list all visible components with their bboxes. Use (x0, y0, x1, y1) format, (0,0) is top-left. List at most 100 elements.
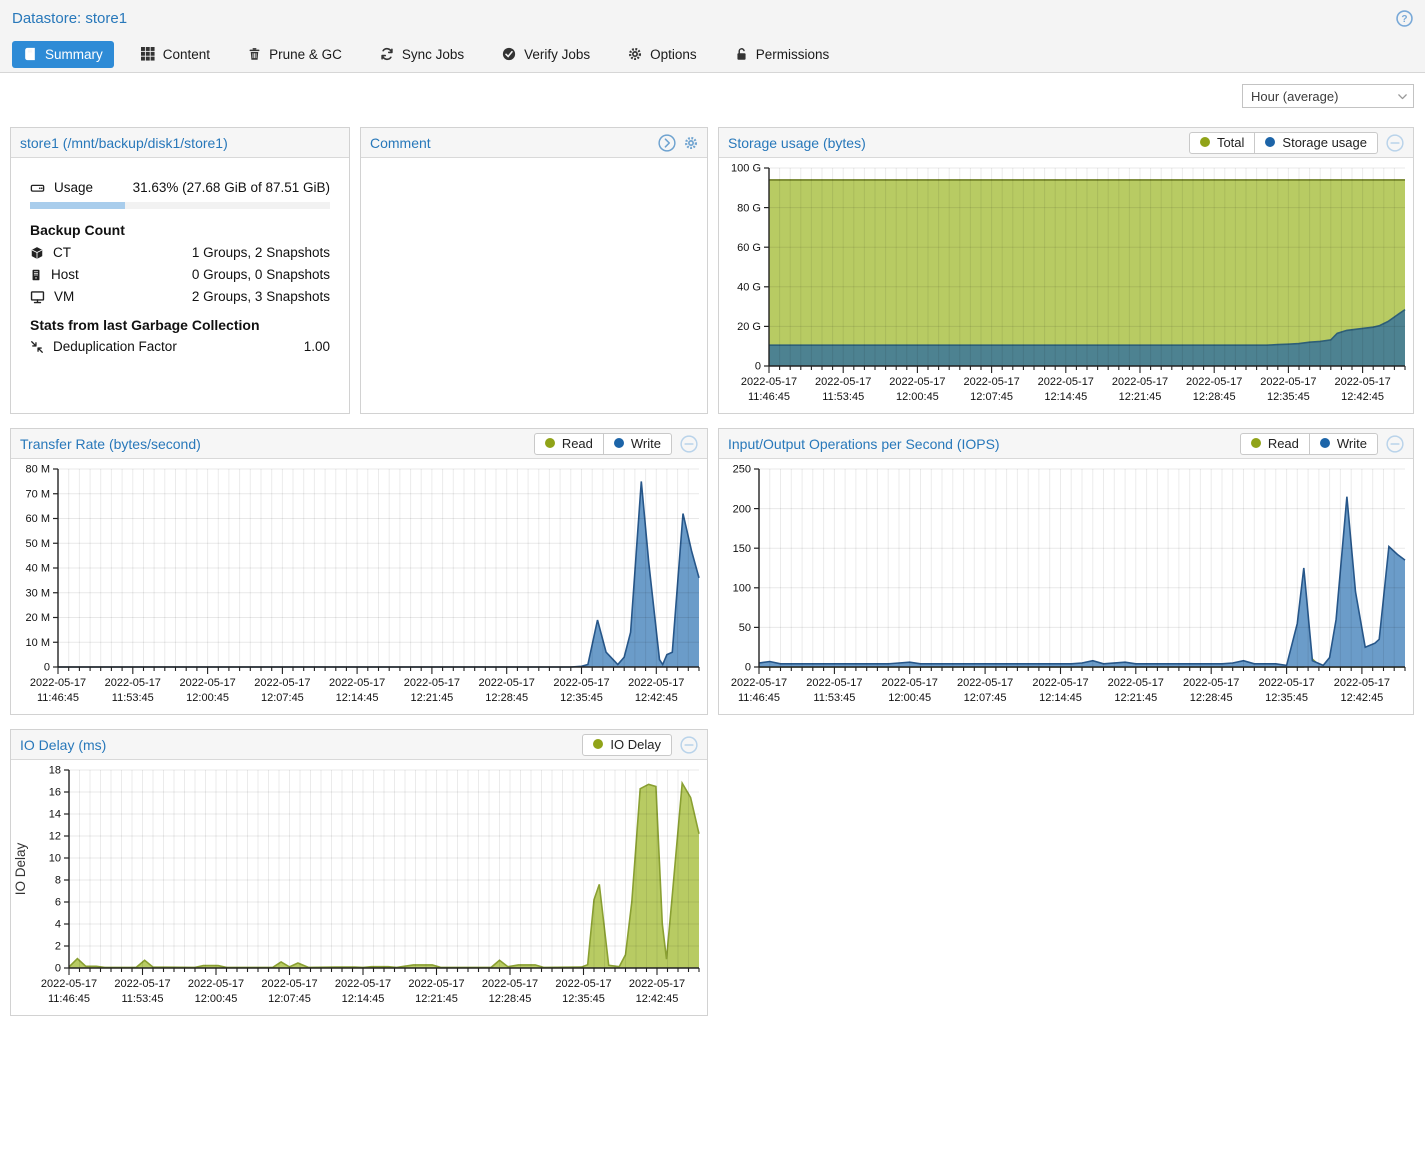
svg-text:IO Delay: IO Delay (13, 842, 28, 895)
svg-text:11:46:45: 11:46:45 (738, 692, 780, 704)
tab-prune-gc[interactable]: Prune & GC (237, 41, 353, 68)
svg-text:2022-05-17: 2022-05-17 (741, 376, 797, 388)
backup-count-row-host: Host 0 Groups, 0 Snapshots (30, 267, 330, 282)
storage-usage-title: Storage usage (bytes) (728, 135, 866, 151)
svg-text:12:21:45: 12:21:45 (1119, 391, 1162, 403)
legend-dot (1251, 438, 1261, 448)
storage_usage-chart-svg: 020 G40 G60 G80 G100 G2022-05-1711:46:45… (719, 158, 1413, 413)
svg-text:20 M: 20 M (26, 612, 50, 624)
dedup-factor-row: Deduplication Factor 1.00 (30, 339, 330, 354)
backup-count-row-vm: VM2 Groups, 3 Snapshots (30, 289, 330, 304)
minus-circle-icon[interactable] (1386, 134, 1404, 152)
row-label: Host (51, 267, 79, 282)
row-value: 0 Groups, 0 Snapshots (192, 267, 330, 282)
legend-dot (614, 438, 624, 448)
tab-label: Permissions (756, 47, 830, 62)
svg-text:12:35:45: 12:35:45 (1265, 692, 1308, 704)
tab-permissions[interactable]: Permissions (724, 41, 841, 68)
transfer-rate-chart: 010 M20 M30 M40 M50 M60 M70 M80 M2022-05… (11, 459, 707, 714)
svg-text:2022-05-17: 2022-05-17 (1186, 376, 1242, 388)
legend-io-delay[interactable]: IO Delay (582, 734, 672, 756)
legend-dot (545, 438, 555, 448)
comment-panel-title: Comment (370, 135, 431, 151)
server-icon (30, 268, 42, 282)
svg-text:12:28:45: 12:28:45 (1193, 391, 1236, 403)
hdd-icon (30, 181, 45, 195)
svg-text:2022-05-17: 2022-05-17 (1032, 677, 1088, 689)
tab-label: Sync Jobs (402, 47, 464, 62)
backup-count-heading: Backup Count (30, 222, 330, 238)
minus-circle-icon[interactable] (680, 435, 698, 453)
legend-dot (1200, 137, 1210, 147)
iops-panel: Input/Output Operations per Second (IOPS… (718, 428, 1414, 715)
svg-text:2022-05-17: 2022-05-17 (41, 978, 97, 990)
page-title: Datastore: store1 (12, 10, 127, 27)
check-circle-icon (502, 47, 516, 61)
legend-read[interactable]: Read (534, 433, 604, 455)
svg-text:14: 14 (49, 809, 61, 821)
svg-text:2022-05-17: 2022-05-17 (482, 978, 538, 990)
io-delay-panel: IO Delay (ms) IO Delay 02468101214161820… (10, 729, 708, 1016)
usage-value: 31.63% (27.68 GiB of 87.51 GiB) (133, 180, 330, 195)
svg-text:2022-05-17: 2022-05-17 (963, 376, 1019, 388)
svg-text:2022-05-17: 2022-05-17 (1260, 376, 1316, 388)
svg-text:12:21:45: 12:21:45 (415, 993, 458, 1005)
svg-text:12:14:45: 12:14:45 (336, 692, 379, 704)
legend-label: Total (1217, 135, 1244, 150)
compress-icon (30, 340, 44, 354)
comment-body[interactable] (361, 158, 707, 413)
svg-text:40 G: 40 G (737, 282, 761, 294)
legend-storage-usage[interactable]: Storage usage (1254, 132, 1378, 154)
svg-text:4: 4 (55, 919, 61, 931)
svg-text:10: 10 (49, 853, 61, 865)
legend-total[interactable]: Total (1189, 132, 1255, 154)
tab-label: Prune & GC (269, 47, 342, 62)
svg-text:2022-05-17: 2022-05-17 (335, 978, 391, 990)
legend-dot (1265, 137, 1275, 147)
svg-text:2022-05-17: 2022-05-17 (628, 677, 684, 689)
svg-text:60 M: 60 M (26, 513, 50, 525)
chevron-right-circle-icon[interactable] (658, 134, 676, 152)
chevron-down-icon (1396, 90, 1409, 103)
tab-sync-jobs[interactable]: Sync Jobs (369, 41, 475, 68)
tab-label: Summary (45, 47, 103, 62)
svg-text:2022-05-17: 2022-05-17 (806, 677, 862, 689)
minus-circle-icon[interactable] (1386, 435, 1404, 453)
tab-verify-jobs[interactable]: Verify Jobs (491, 41, 601, 68)
svg-text:0: 0 (745, 662, 751, 674)
svg-text:200: 200 (733, 503, 751, 515)
svg-text:2022-05-17: 2022-05-17 (629, 978, 685, 990)
legend-read[interactable]: Read (1240, 433, 1310, 455)
legend-label: Write (1337, 436, 1367, 451)
svg-text:12:28:45: 12:28:45 (485, 692, 528, 704)
iops-title: Input/Output Operations per Second (IOPS… (728, 436, 1000, 452)
svg-text:2022-05-17: 2022-05-17 (889, 376, 945, 388)
legend-label: Storage usage (1282, 135, 1367, 150)
tab-label: Options (650, 47, 697, 62)
svg-text:2022-05-17: 2022-05-17 (254, 677, 310, 689)
svg-text:11:53:45: 11:53:45 (112, 692, 154, 704)
tab-summary[interactable]: Summary (12, 41, 114, 68)
svg-text:6: 6 (55, 897, 61, 909)
row-value: 1 Groups, 2 Snapshots (192, 245, 330, 260)
tab-options[interactable]: Options (617, 41, 708, 68)
help-icon[interactable]: ? (1396, 10, 1413, 27)
svg-text:2022-05-17: 2022-05-17 (114, 978, 170, 990)
grid-icon (141, 47, 155, 61)
legend-write[interactable]: Write (1309, 433, 1378, 455)
legend-label: Read (562, 436, 593, 451)
time-range-select[interactable]: Hour (average) (1242, 84, 1414, 108)
svg-text:12:42:45: 12:42:45 (635, 692, 678, 704)
gear-icon[interactable] (684, 136, 698, 150)
svg-text:2022-05-17: 2022-05-17 (553, 677, 609, 689)
minus-circle-icon[interactable] (680, 736, 698, 754)
svg-text:2022-05-17: 2022-05-17 (404, 677, 460, 689)
svg-text:2022-05-17: 2022-05-17 (1108, 677, 1164, 689)
cube-icon (30, 246, 44, 260)
tab-content[interactable]: Content (130, 41, 221, 68)
svg-text:18: 18 (49, 765, 61, 777)
legend-write[interactable]: Write (603, 433, 672, 455)
svg-text:12:42:45: 12:42:45 (636, 993, 679, 1005)
svg-text:80 G: 80 G (737, 202, 761, 214)
svg-text:2022-05-17: 2022-05-17 (1038, 376, 1094, 388)
